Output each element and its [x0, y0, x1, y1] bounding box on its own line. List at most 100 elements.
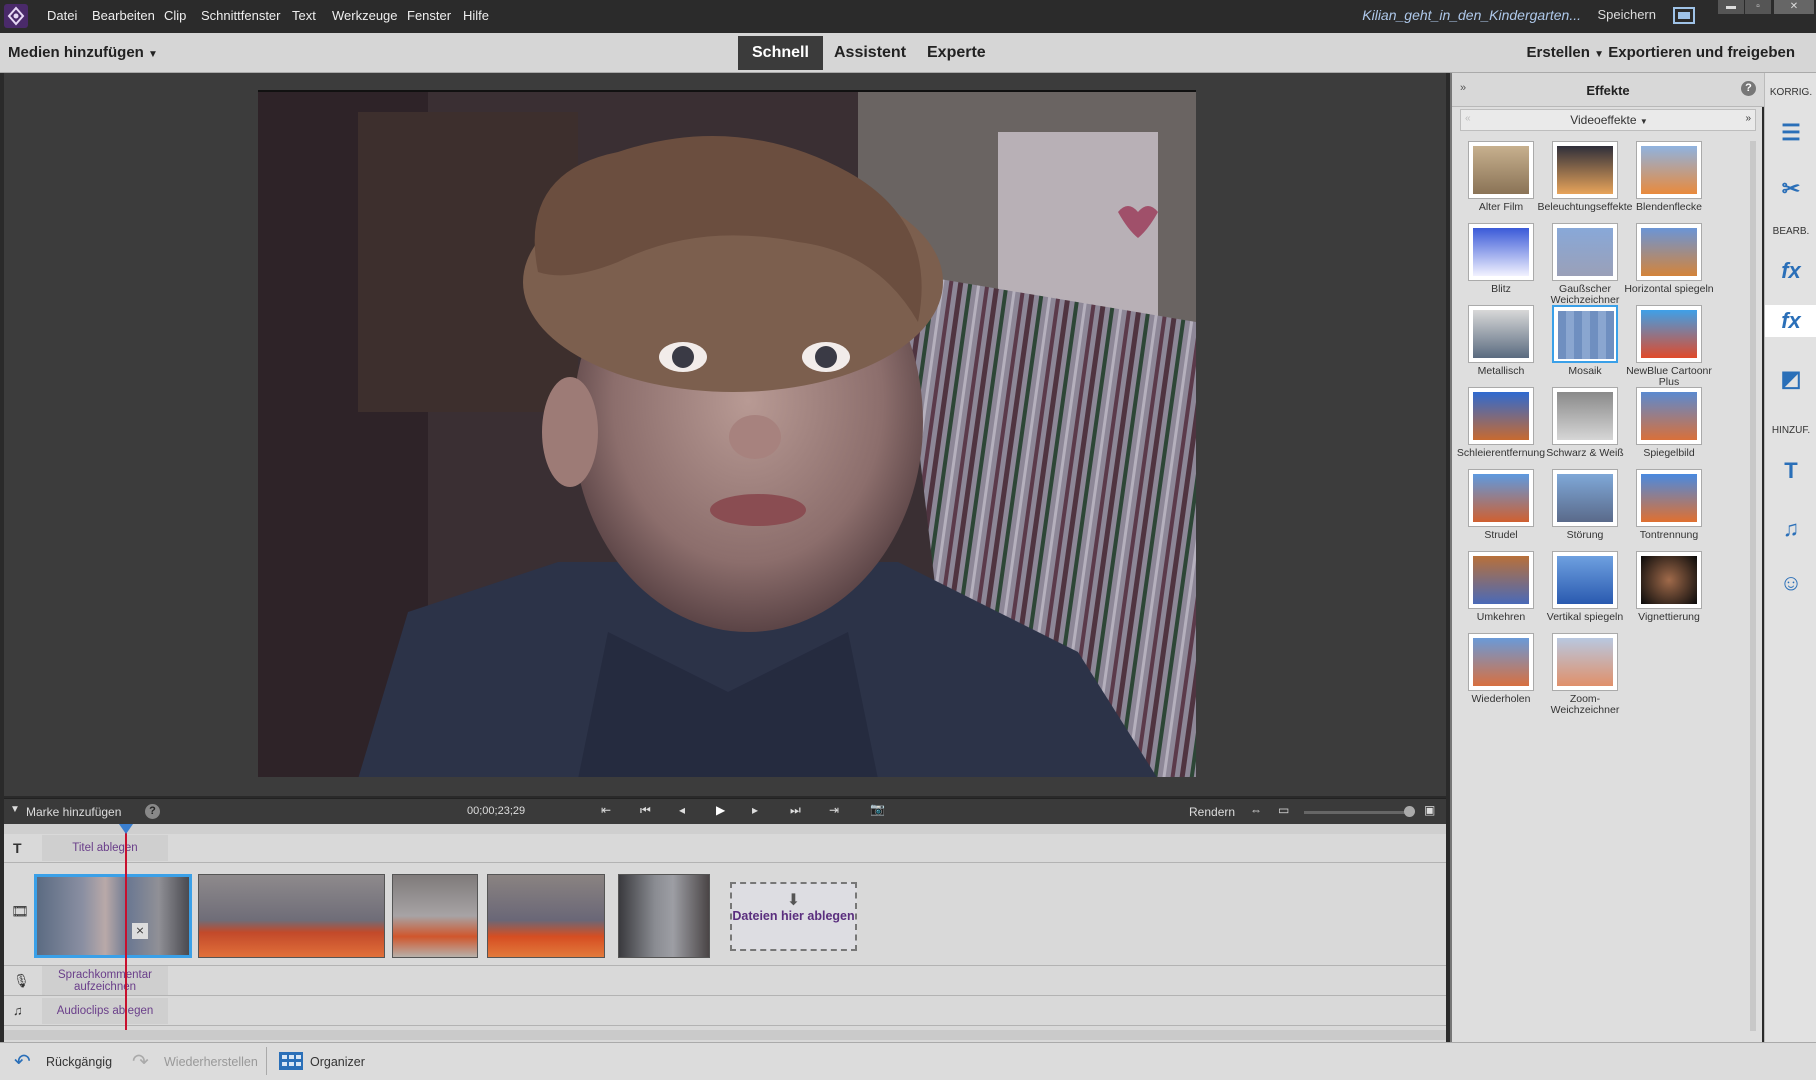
go-to-start-icon[interactable]: ⇤	[601, 803, 611, 817]
titles-icon[interactable]: T	[1775, 455, 1807, 487]
effect-preview-image	[1557, 228, 1613, 276]
step-forward-icon[interactable]: ▸	[752, 803, 758, 817]
music-note-icon: ♫	[13, 1003, 23, 1018]
organizer-icon[interactable]	[278, 1051, 304, 1071]
effect-preview-image	[1558, 311, 1614, 359]
video-clip[interactable]	[618, 874, 710, 958]
close-button[interactable]: ✕	[1774, 0, 1814, 14]
play-icon[interactable]: ▶	[716, 803, 725, 817]
triangle-down-icon[interactable]: ▼	[10, 804, 20, 815]
effect-item[interactable]: Zoom-Weichzeichner	[1536, 633, 1634, 723]
menu-fenster[interactable]: Fenster	[407, 8, 451, 23]
add-media-button[interactable]: Medien hinzufügen ▼	[8, 44, 158, 61]
redo-icon[interactable]: ↷	[132, 1049, 149, 1074]
effect-item[interactable]: Spiegelbild	[1620, 387, 1718, 477]
effect-preview-image	[1473, 392, 1529, 440]
organizer-button[interactable]: Organizer	[310, 1055, 365, 1069]
audio-drop-zone[interactable]: Audioclips ablegen	[42, 998, 168, 1024]
camera-icon[interactable]: 📷	[870, 802, 885, 816]
effect-label: Blendenflecke	[1636, 201, 1702, 213]
export-share-button[interactable]: Exportieren und freigeben	[1608, 44, 1795, 61]
save-button[interactable]: Speichern	[1597, 7, 1656, 22]
video-clip[interactable]	[487, 874, 605, 958]
menu-werkzeuge[interactable]: Werkzeuge	[332, 8, 398, 23]
effect-label: Zoom-Weichzeichner	[1550, 693, 1620, 716]
effect-item[interactable]: Horizontal spiegeln	[1620, 223, 1718, 313]
time-ruler[interactable]	[4, 824, 1446, 834]
effects-category-dropdown[interactable]: Videoeffekte ▼	[1461, 113, 1757, 127]
menu-text[interactable]: Text	[292, 8, 316, 23]
fullscreen-icon[interactable]	[1672, 5, 1696, 27]
create-menu[interactable]: Erstellen ▼	[1527, 44, 1604, 61]
effect-item[interactable]: Vignettierung	[1620, 551, 1718, 641]
tab-experte[interactable]: Experte	[913, 36, 1000, 70]
menu-schnittfenster[interactable]: Schnittfenster	[201, 8, 281, 23]
effect-thumbnail	[1468, 387, 1534, 445]
effects-grid: Alter Film Beleuchtungseffekte Blendenflec…	[1456, 141, 1752, 1021]
tab-schnell[interactable]: Schnell	[738, 36, 823, 70]
files-drop-zone[interactable]: ⬇ Dateien hier ablegen	[730, 882, 857, 951]
effect-preview-image	[1641, 392, 1697, 440]
effect-item[interactable]: Tontrennung	[1620, 469, 1718, 559]
audio-track: ♫ Audioclips ablegen	[4, 996, 1446, 1026]
divider	[266, 1047, 267, 1075]
app-logo-icon	[4, 4, 28, 28]
video-clip[interactable]	[392, 874, 478, 958]
previous-edit-icon[interactable]: ⏮	[640, 803, 651, 818]
video-preview[interactable]	[258, 90, 1196, 777]
menu-datei[interactable]: Datei	[47, 8, 77, 23]
render-button[interactable]: Rendern	[1189, 805, 1235, 819]
title-drop-zone[interactable]: Titel ablegen	[42, 835, 168, 861]
video-clip-selected[interactable]: ⨯	[34, 874, 192, 958]
next-edit-icon[interactable]: ⏭	[790, 803, 801, 818]
step-back-icon[interactable]: ◂	[679, 803, 685, 817]
effect-thumbnail	[1468, 223, 1534, 281]
video-clip[interactable]	[198, 874, 385, 958]
add-marker-button[interactable]: Marke hinzufügen	[26, 805, 121, 819]
effects-icon[interactable]: fx	[1765, 305, 1816, 337]
menu-clip[interactable]: Clip	[164, 8, 186, 23]
adjust-sliders-icon[interactable]: ☰	[1775, 117, 1807, 149]
tools-icon[interactable]: ✂	[1775, 173, 1807, 205]
help-icon[interactable]: ?	[145, 804, 160, 819]
category-label: Videoeffekte	[1570, 113, 1637, 127]
playhead[interactable]	[125, 824, 127, 1030]
effect-label: Vignettierung	[1638, 611, 1700, 623]
fit-timeline-icon[interactable]: ⇔	[1250, 803, 1262, 817]
undo-button[interactable]: Rückgängig	[46, 1055, 112, 1069]
effect-item[interactable]: Blendenflecke	[1620, 141, 1718, 231]
zoom-in-icon[interactable]: ▣	[1424, 803, 1435, 817]
graphics-icon[interactable]: ☺	[1775, 567, 1807, 599]
effect-edit-icon[interactable]: fx	[1775, 255, 1807, 287]
zoom-slider-handle[interactable]	[1404, 806, 1415, 817]
transitions-icon[interactable]: ◩	[1775, 363, 1807, 395]
effect-item[interactable]: NewBlue Cartoonr Plus	[1620, 305, 1718, 395]
effect-preview-image	[1557, 474, 1613, 522]
undo-icon[interactable]: ↶	[14, 1049, 31, 1074]
voice-record-zone[interactable]: Sprachkommentar aufzeichnen	[42, 966, 168, 995]
menu-hilfe[interactable]: Hilfe	[463, 8, 489, 23]
effects-scrollbar[interactable]	[1750, 141, 1756, 1031]
zoom-slider[interactable]	[1304, 811, 1412, 814]
scroll-right-icon[interactable]: »	[1745, 113, 1751, 124]
mode-bar: Medien hinzufügen ▼ Schnell Assistent Ex…	[0, 33, 1816, 73]
effect-preview-image	[1641, 310, 1697, 358]
effect-preview-image	[1557, 556, 1613, 604]
minimize-button[interactable]: ▬	[1718, 0, 1744, 14]
tab-assistent[interactable]: Assistent	[820, 36, 920, 70]
menu-bearbeiten[interactable]: Bearbeiten	[92, 8, 155, 23]
film-track-icon: 🎞	[11, 903, 29, 919]
effects-header: » Effekte ?	[1452, 73, 1764, 107]
transition-icon[interactable]: ⨯	[132, 923, 148, 939]
maximize-button[interactable]: ▫	[1745, 0, 1771, 14]
transport-bar: ▼ Marke hinzufügen ? 00;00;23;29 ⇤ ⏮ ◂ ▶…	[4, 798, 1446, 824]
effect-thumbnail	[1552, 469, 1618, 527]
timecode-display[interactable]: 00;00;23;29	[467, 805, 525, 817]
timeline-scrollbar[interactable]	[4, 1030, 1446, 1040]
music-icon[interactable]: ♫	[1775, 513, 1807, 545]
redo-button[interactable]: Wiederherstellen	[164, 1055, 258, 1069]
go-to-end-icon[interactable]: ⇥	[829, 803, 839, 817]
effect-thumbnail	[1468, 551, 1534, 609]
zoom-out-icon[interactable]: ▭	[1278, 803, 1289, 817]
help-icon[interactable]: ?	[1741, 81, 1756, 96]
